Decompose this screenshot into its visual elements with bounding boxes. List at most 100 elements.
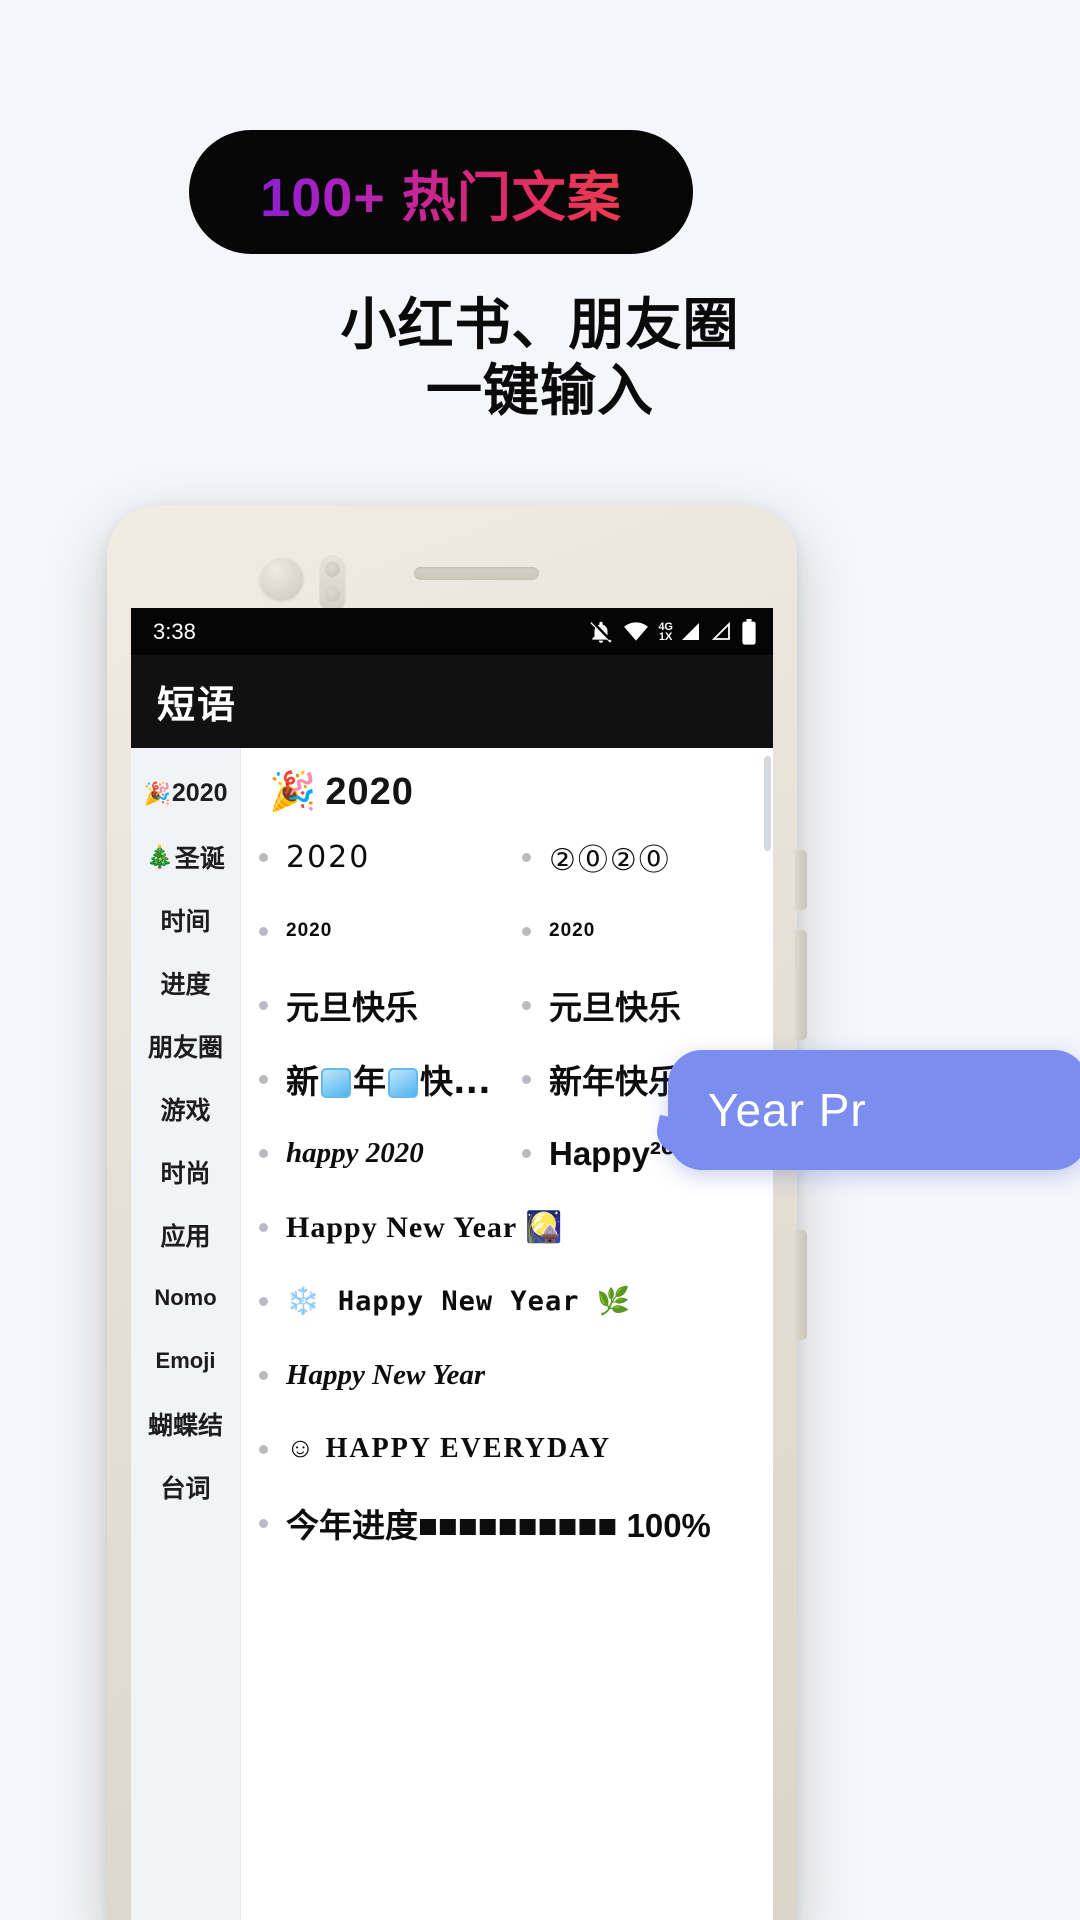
list-item[interactable]: 2020 [504, 894, 767, 968]
sidebar-item-label: 圣诞 [174, 844, 225, 873]
promo-badge-label: 100+ 热门文案 [260, 153, 622, 232]
party-popper-icon: 🎉 [143, 780, 171, 806]
bullet-icon [259, 1370, 268, 1380]
sidebar-item-emoji[interactable]: Emoji [131, 1329, 240, 1392]
network-type-icon: 4G 1X [658, 620, 673, 643]
front-camera-icon [259, 556, 304, 601]
promo-page: 100+ 热门文案 小红书、朋友圈 一键输入 3:38 4G 1X 短语 🎉 2… [0, 0, 1080, 1920]
list-item[interactable]: happy 2020 [241, 1116, 504, 1190]
phone-top-bezel [107, 505, 797, 613]
sidebar-item-label: 进度 [160, 970, 211, 999]
list-item-label: 新年快乐 [549, 1062, 681, 1101]
promo-badge: 100+ 热门文案 [189, 130, 693, 254]
page-title: 小红书、朋友圈 一键输入 [0, 292, 1080, 424]
sidebar-item-fashion[interactable]: 时尚 [131, 1140, 240, 1203]
headline-line-1: 小红书、朋友圈 [340, 293, 740, 356]
list-item-label: 新年快... [286, 1062, 491, 1101]
sidebar-item-label: 时间 [160, 907, 211, 936]
list-item-label: ☺ HAPPY EVERYDAY [286, 1433, 612, 1464]
sidebar-item-label: 2020 [171, 779, 228, 807]
app-bar-title: 短语 [157, 685, 238, 727]
sidebar-item-moments[interactable]: 朋友圈 [131, 1014, 240, 1077]
bullet-icon [259, 1518, 268, 1528]
sidebar-item-lines[interactable]: 台词 [131, 1455, 240, 1518]
status-bar: 3:38 4G 1X [131, 608, 773, 655]
phone-power-button [795, 1230, 807, 1340]
bullet-icon [522, 1148, 531, 1158]
sidebar-item-label: Emoji [155, 1347, 216, 1373]
bullet-icon [259, 926, 268, 936]
list-item-label: Happy New Year 🎑 [286, 1210, 564, 1244]
sidebar-item-label: Nomo [154, 1284, 217, 1310]
wifi-icon [623, 621, 649, 642]
bullet-icon [259, 1148, 268, 1158]
list-item[interactable]: 2020 [241, 820, 504, 894]
chat-bubble: Year Pr [668, 1050, 1080, 1170]
sidebar-item-games[interactable]: 游戏 [131, 1077, 240, 1140]
app-bar: 短语 [131, 655, 773, 748]
list-item[interactable]: 2020 [241, 894, 504, 968]
bullet-icon [522, 926, 531, 936]
blue-square-icon [321, 1068, 351, 1098]
sidebar-item-label: 蝴蝶结 [147, 1411, 223, 1440]
chat-bubble-text: Year Pr [708, 1084, 867, 1136]
phrase-list[interactable]: 🎉 2020 2020 2020 元旦快乐 新 年 快... happy 202… [241, 748, 773, 1920]
list-item-label: 2020 [286, 839, 371, 875]
phrase-column-left: 2020 2020 元旦快乐 新 年 快... happy 2020 [241, 820, 504, 1190]
sidebar-item-nomo[interactable]: Nomo [131, 1266, 240, 1329]
earpiece-speaker-icon [414, 567, 539, 580]
list-item[interactable]: 新年快... [241, 1042, 504, 1116]
list-section-title: 🎉 2020 [269, 770, 414, 814]
list-item-label: happy 2020 [286, 1136, 424, 1169]
list-item-label: 今年进度■■■■■■■■■■ 100% [286, 1507, 711, 1544]
sensor-pod-icon [319, 553, 346, 613]
sidebar-item-label: 时尚 [160, 1159, 211, 1188]
battery-icon [741, 618, 757, 645]
list-item[interactable]: ❄️ Happy New Year 🌿 [241, 1264, 767, 1338]
bullet-icon [259, 1222, 268, 1232]
headline-line-2: 一键输入 [426, 359, 654, 423]
bullet-icon [259, 852, 268, 862]
list-item[interactable]: ②⓪②⓪ [504, 820, 767, 894]
list-item[interactable]: 元旦快乐 [504, 968, 767, 1042]
list-item[interactable]: Happy New Year [241, 1338, 767, 1412]
christmas-tree-icon: 🎄 [146, 843, 174, 869]
party-popper-icon: 🎉 [269, 771, 318, 813]
list-item[interactable]: 元旦快乐 [241, 968, 504, 1042]
sidebar-item-bowknot[interactable]: 蝴蝶结 [131, 1392, 240, 1455]
list-item[interactable]: 今年进度■■■■■■■■■■ 100% [241, 1486, 767, 1560]
sidebar-item-label: 台词 [160, 1474, 211, 1503]
sidebar-item-label: 游戏 [160, 1096, 211, 1125]
sidebar-item-2020[interactable]: 🎉 2020 [131, 762, 240, 825]
bullet-icon [522, 1074, 531, 1084]
list-item-label: Happy New Year [286, 1358, 486, 1391]
bell-off-icon [588, 619, 614, 645]
category-sidebar[interactable]: 🎉 2020 🎄 圣诞 时间 进度 朋友圈 游戏 时尚 应用 Nomo Emoji … [131, 748, 241, 1920]
bullet-icon [259, 1000, 268, 1010]
sidebar-item-apps[interactable]: 应用 [131, 1203, 240, 1266]
phone-screen: 3:38 4G 1X 短语 🎉 2020 🎄 圣诞 时间 进度 朋友圈 游戏 时… [131, 608, 773, 1920]
sidebar-item-label: 朋友圈 [147, 1033, 223, 1062]
signal-bars-secondary-icon [710, 621, 732, 642]
sidebar-item-christmas[interactable]: 🎄 圣诞 [131, 825, 240, 888]
bullet-icon [259, 1444, 268, 1454]
list-item-label: 元旦快乐 [286, 988, 418, 1027]
signal-bars-icon [679, 622, 701, 642]
list-item[interactable]: Happy New Year 🎑 [241, 1190, 767, 1264]
bullet-icon [259, 1296, 268, 1306]
list-item[interactable]: ☺ HAPPY EVERYDAY [241, 1412, 767, 1486]
list-item-label: 元旦快乐 [549, 988, 681, 1027]
list-item-label: ❄️ Happy New Year 🌿 [286, 1286, 632, 1317]
bullet-icon [522, 852, 531, 862]
app-body: 🎉 2020 🎄 圣诞 时间 进度 朋友圈 游戏 时尚 应用 Nomo Emoji … [131, 748, 773, 1920]
blue-square-icon [388, 1068, 418, 1098]
list-item-label: ②⓪②⓪ [549, 843, 671, 878]
status-bar-time: 3:38 [153, 618, 196, 644]
sidebar-item-progress[interactable]: 进度 [131, 951, 240, 1014]
sidebar-item-label: 应用 [160, 1222, 211, 1251]
list-item-label: 2020 [549, 920, 596, 941]
bullet-icon [259, 1074, 268, 1084]
scrollbar[interactable] [764, 756, 771, 851]
bullet-icon [522, 1000, 531, 1010]
sidebar-item-time[interactable]: 时间 [131, 888, 240, 951]
